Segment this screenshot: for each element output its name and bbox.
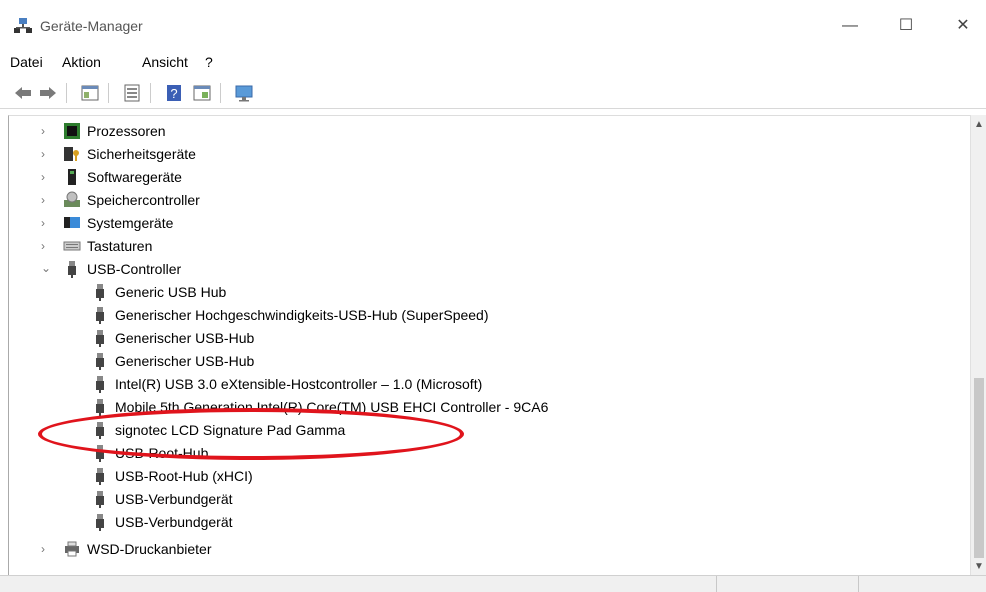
- minimize-button[interactable]: —: [827, 10, 873, 42]
- maximize-button[interactable]: ☐: [883, 10, 929, 42]
- system-device-icon: [64, 217, 80, 228]
- chevron-right-icon[interactable]: ›: [41, 125, 51, 137]
- tree-item-label: Tastaturen: [87, 238, 153, 254]
- tree-item-systemgeraete[interactable]: › Systemgeräte: [41, 212, 173, 234]
- chevron-right-icon[interactable]: ›: [41, 194, 51, 206]
- menu-ansicht[interactable]: Ansicht: [142, 54, 188, 70]
- svg-text:?: ?: [170, 86, 177, 101]
- chevron-right-icon[interactable]: ›: [41, 148, 51, 160]
- chevron-right-icon[interactable]: ›: [41, 171, 51, 183]
- scan-hardware-icon[interactable]: [234, 84, 254, 102]
- keyboard-icon: [63, 241, 81, 251]
- chevron-right-icon[interactable]: ›: [41, 217, 51, 229]
- forward-icon[interactable]: [38, 84, 58, 102]
- usb-icon: [96, 514, 104, 531]
- tree-item-label: Speichercontroller: [87, 192, 200, 208]
- tree-item-label: Systemgeräte: [87, 215, 174, 231]
- driver-icon[interactable]: [122, 84, 142, 102]
- tree-item-label: USB-Verbundgerät: [115, 491, 233, 507]
- storage-controller-icon: [64, 191, 80, 207]
- usb-icon: [96, 491, 104, 508]
- tree-item-label: Softwaregeräte: [87, 169, 182, 185]
- usb-icon: [96, 353, 104, 370]
- tree-item-label: Generischer USB-Hub: [115, 330, 255, 346]
- back-icon[interactable]: [13, 84, 33, 102]
- status-divider: [716, 576, 717, 592]
- usb-icon: [96, 307, 104, 324]
- chevron-right-icon[interactable]: ›: [41, 240, 51, 252]
- toolbar-separator: [150, 83, 151, 103]
- title-bar: Geräte-Manager — ☐ ✕: [0, 0, 986, 48]
- scrollbar-thumb[interactable]: [974, 378, 984, 558]
- close-button[interactable]: ✕: [940, 10, 986, 42]
- tree-item-label: Prozessoren: [87, 123, 166, 139]
- toolbar-separator: [108, 83, 109, 103]
- usb-icon: [96, 376, 104, 393]
- usb-icon: [68, 261, 76, 278]
- software-device-icon: [68, 169, 76, 185]
- help-icon[interactable]: ?: [164, 84, 184, 102]
- menu-help[interactable]: ?: [205, 54, 213, 70]
- tree-item-softwaregeraete[interactable]: › Softwaregeräte: [41, 166, 182, 188]
- chevron-down-icon[interactable]: ⌄: [41, 262, 51, 274]
- tree-item-label: USB-Root-Hub (xHCI): [115, 468, 253, 484]
- device-tree[interactable]: › Prozessoren › Sicherheitsgeräte › Soft…: [8, 115, 971, 576]
- tree-item-usb-child[interactable]: USB-Verbundgerät: [91, 511, 233, 533]
- tree-item-label: Intel(R) USB 3.0 eXtensible-Hostcontroll…: [115, 376, 483, 392]
- tree-item-usb-child[interactable]: Generischer USB-Hub: [91, 327, 254, 349]
- tree-item-label: Generischer Hochgeschwindigkeits-USB-Hub…: [115, 307, 489, 323]
- security-device-icon: [64, 147, 79, 161]
- view-icon[interactable]: [192, 84, 212, 102]
- tree-item-usb-child[interactable]: Intel(R) USB 3.0 eXtensible-Hostcontroll…: [91, 373, 482, 395]
- tree-item-label: USB-Verbundgerät: [115, 514, 233, 530]
- usb-icon: [96, 330, 104, 347]
- tree-item-usb-child[interactable]: USB-Root-Hub (xHCI): [91, 465, 253, 487]
- usb-icon: [96, 468, 104, 485]
- tree-item-label: WSD-Druckanbieter: [87, 541, 212, 557]
- scroll-down-icon[interactable]: ▼: [974, 561, 984, 572]
- tree-item-sicherheitsgeraete[interactable]: › Sicherheitsgeräte: [41, 143, 196, 165]
- tree-item-label: Sicherheitsgeräte: [87, 146, 196, 162]
- tree-item-usb-controller[interactable]: ⌄ USB-Controller: [41, 258, 181, 280]
- tree-item-label: Generic USB Hub: [115, 284, 227, 300]
- tree-item-wsd-druckanbieter[interactable]: › WSD-Druckanbieter: [41, 538, 211, 560]
- window-title: Geräte-Manager: [40, 18, 143, 34]
- tree-item-usb-child[interactable]: Generic USB Hub: [91, 281, 226, 303]
- tree-item-tastaturen[interactable]: › Tastaturen: [41, 235, 152, 257]
- scroll-up-icon[interactable]: ▲: [974, 119, 984, 130]
- device-manager-icon: [14, 18, 32, 33]
- processor-icon: [64, 123, 80, 139]
- menu-datei[interactable]: Datei: [10, 54, 43, 70]
- highlight-ellipse: [38, 408, 464, 460]
- tree-item-label: Generischer USB-Hub: [115, 353, 255, 369]
- printer-icon: [65, 541, 79, 557]
- usb-icon: [96, 399, 104, 416]
- tree-item-usb-child[interactable]: Generischer USB-Hub: [91, 350, 254, 372]
- properties-icon[interactable]: [80, 84, 100, 102]
- tree-item-speichercontroller[interactable]: › Speichercontroller: [41, 189, 200, 211]
- vertical-scrollbar[interactable]: ▲ ▼: [970, 115, 986, 575]
- toolbar-separator: [66, 83, 67, 103]
- tree-item-label: USB-Controller: [87, 261, 182, 277]
- menu-aktion[interactable]: Aktion: [62, 54, 101, 70]
- tree-item-usb-child[interactable]: Generischer Hochgeschwindigkeits-USB-Hub…: [91, 304, 489, 326]
- tree-item-usb-child[interactable]: USB-Verbundgerät: [91, 488, 233, 510]
- status-bar: [0, 575, 986, 592]
- toolbar: ?: [0, 78, 986, 109]
- chevron-right-icon[interactable]: ›: [41, 543, 51, 555]
- tree-item-prozessoren[interactable]: › Prozessoren: [41, 120, 166, 142]
- toolbar-separator: [220, 83, 221, 103]
- usb-icon: [96, 284, 104, 301]
- status-divider: [858, 576, 859, 592]
- menu-bar: Datei Aktion Ansicht ?: [0, 48, 986, 74]
